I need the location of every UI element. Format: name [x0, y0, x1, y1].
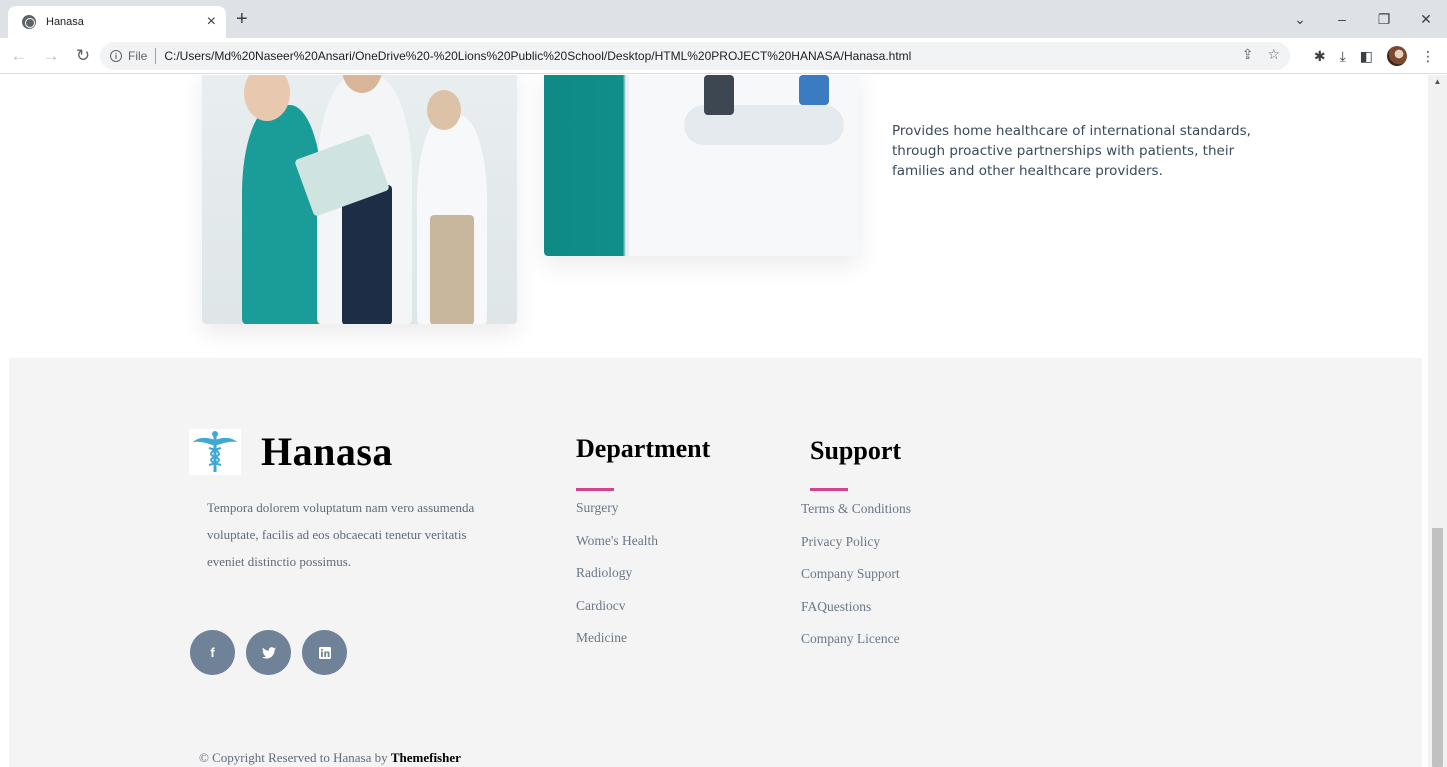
browser-tab-bar: Hanasa × + ⌄ – ❐ ✕ — [0, 0, 1447, 38]
footer-brand[interactable]: Hanasa — [189, 428, 393, 475]
support-column: Support Terms & Conditions Privacy Polic… — [801, 434, 911, 664]
page-scrollbar[interactable]: ▲ — [1428, 75, 1447, 767]
caduceus-logo-icon — [189, 428, 241, 475]
department-link[interactable]: Radiology — [576, 565, 710, 598]
department-link[interactable]: Cardiocv — [576, 598, 710, 631]
department-link[interactable]: Surgery — [576, 500, 710, 533]
department-link[interactable]: Medicine — [576, 630, 710, 663]
omnibox-divider — [155, 48, 157, 64]
new-tab-button[interactable]: + — [236, 9, 248, 29]
footer-brand-name: Hanasa — [261, 429, 393, 474]
footer-about-text: Tempora dolorem voluptatum nam vero assu… — [207, 500, 475, 569]
department-title: Department — [576, 434, 711, 463]
department-list: Surgery Wome's Health Radiology Cardiocv… — [576, 500, 710, 663]
linkedin-icon[interactable] — [302, 630, 347, 675]
tab-close-icon[interactable]: × — [207, 14, 216, 30]
support-accent-bar — [810, 488, 848, 491]
department-column: Department Surgery Wome's Health Radiolo… — [576, 434, 710, 663]
close-window-button[interactable]: ✕ — [1405, 0, 1447, 38]
intro-description: Provides home healthcare of internationa… — [892, 123, 1251, 179]
back-button[interactable]: ← — [6, 46, 32, 66]
department-link[interactable]: Wome's Health — [576, 533, 710, 566]
support-link[interactable]: Company Licence — [801, 631, 911, 664]
scroll-up-arrow-icon[interactable]: ▲ — [1428, 77, 1447, 89]
copyright-notice: © Copyright Reserved to Hanasa by Themef… — [199, 750, 461, 766]
browser-tab[interactable]: Hanasa × — [8, 6, 226, 38]
extensions-icon[interactable]: ✱ — [1314, 48, 1326, 65]
doctor-portrait-photo — [544, 75, 859, 256]
share-icon[interactable]: ⇪ — [1242, 46, 1254, 63]
support-link[interactable]: Privacy Policy — [801, 534, 911, 567]
toolbar-actions: ✱ ⤓ ◧ ⋮ — [1314, 38, 1435, 74]
reload-button[interactable]: ↻ — [70, 46, 96, 66]
download-icon[interactable]: ⤓ — [1340, 48, 1346, 65]
twitter-icon[interactable] — [246, 630, 291, 675]
copyright-author-link[interactable]: Themefisher — [391, 750, 461, 765]
menu-kebab-icon[interactable]: ⋮ — [1421, 48, 1435, 65]
copyright-text: © Copyright Reserved to Hanasa by — [199, 750, 388, 765]
browser-toolbar: ← → ↻ i File C:/Users/Md%20Naseer%20Ansa… — [0, 38, 1447, 74]
support-list: Terms & Conditions Privacy Policy Compan… — [801, 501, 911, 664]
restore-button[interactable]: ❐ — [1363, 0, 1405, 38]
social-links: f — [190, 630, 347, 675]
side-panel-icon[interactable]: ◧ — [1360, 48, 1373, 65]
globe-icon — [22, 15, 36, 29]
url-scheme: File — [128, 49, 148, 63]
forward-button[interactable]: → — [38, 46, 64, 66]
window-controls: ⌄ – ❐ ✕ — [1279, 0, 1447, 38]
support-link[interactable]: Terms & Conditions — [801, 501, 911, 534]
tab-title: Hanasa — [46, 16, 84, 28]
omnibox-actions: ⇪ ☆ — [1242, 46, 1280, 63]
support-link[interactable]: Company Support — [801, 566, 911, 599]
minimize-button[interactable]: – — [1321, 0, 1363, 38]
department-accent-bar — [576, 488, 614, 491]
support-title: Support — [810, 436, 902, 465]
site-footer: Hanasa Tempora dolorem voluptatum nam ve… — [9, 358, 1422, 767]
scrollbar-thumb[interactable] — [1432, 528, 1443, 767]
address-bar[interactable]: i File C:/Users/Md%20Naseer%20Ansari/One… — [100, 42, 1290, 70]
bookmark-star-icon[interactable]: ☆ — [1267, 46, 1280, 63]
doctors-walking-photo — [202, 75, 517, 324]
facebook-icon[interactable]: f — [190, 630, 235, 675]
url-text[interactable]: C:/Users/Md%20Naseer%20Ansari/OneDrive%2… — [164, 49, 911, 63]
page-viewport: Provides home healthcare of internationa… — [0, 75, 1428, 767]
info-icon[interactable]: i — [110, 50, 122, 62]
support-link[interactable]: FAQuestions — [801, 599, 911, 632]
tab-search-icon[interactable]: ⌄ — [1279, 0, 1321, 38]
profile-avatar[interactable] — [1387, 46, 1407, 66]
